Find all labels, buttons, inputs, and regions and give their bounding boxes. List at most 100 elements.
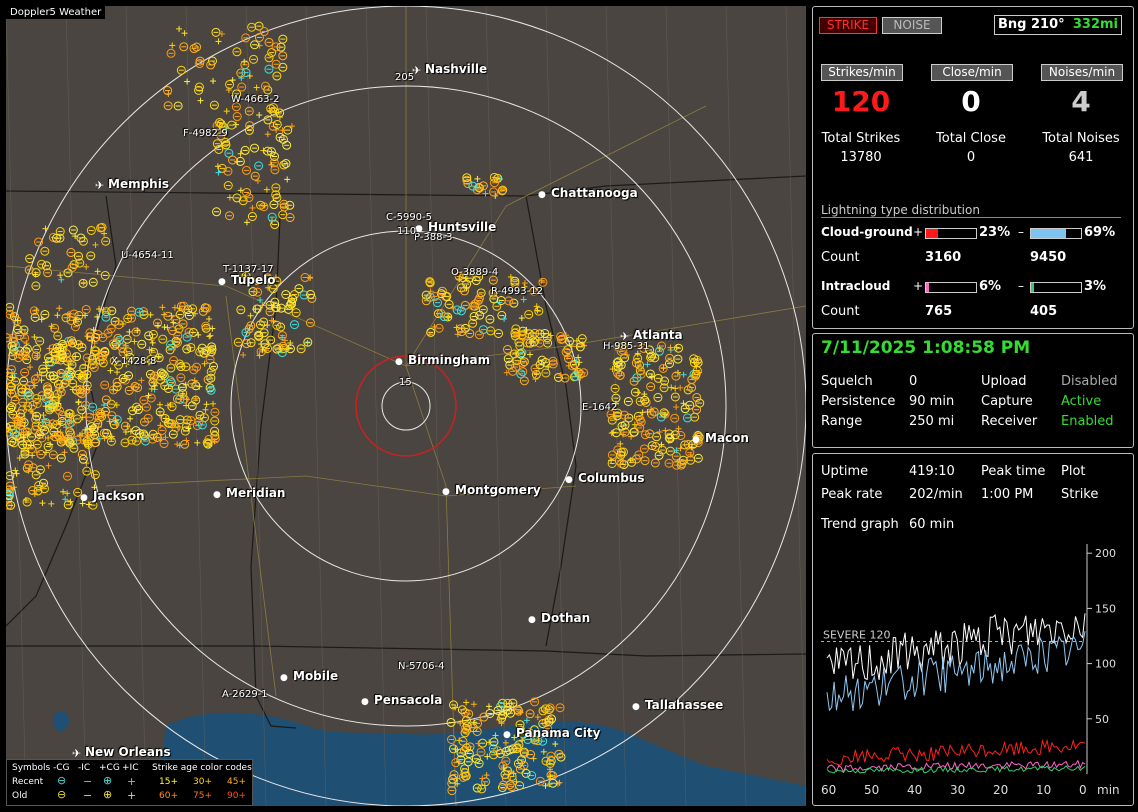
noise-button[interactable]: NOISE [882, 17, 942, 34]
strike-marker [670, 430, 680, 440]
strike-marker [95, 424, 102, 431]
city-label-pensacola[interactable]: Pensacola [374, 693, 442, 707]
county-line [545, 6, 567, 806]
strike-marker [296, 344, 306, 354]
city-label-mobile[interactable]: Mobile [293, 669, 338, 683]
rate-value-0: 120 [831, 85, 891, 118]
strike-marker [232, 193, 242, 203]
strike-marker [510, 276, 520, 286]
map-canvas[interactable] [6, 6, 806, 806]
county-line [305, 6, 327, 806]
strike-marker [237, 150, 244, 157]
peak-rate-label: Peak rate [821, 487, 883, 502]
strike-marker [30, 425, 40, 435]
strike-marker [516, 369, 526, 379]
strike-marker [48, 450, 58, 460]
strike-marker [40, 246, 50, 256]
storm-cell-label[interactable]: X-1428-8 [111, 356, 156, 367]
strike-marker [264, 131, 271, 138]
strike-marker [523, 717, 530, 724]
strike-marker [478, 325, 488, 335]
city-label-new-orleans[interactable]: New Orleans [85, 745, 171, 759]
strike-marker [662, 427, 669, 434]
strike-marker [175, 309, 185, 319]
strike-marker [192, 42, 202, 52]
strike-marker [161, 324, 168, 331]
storm-cell-label[interactable]: H-985-31 [603, 341, 650, 352]
strike-marker [266, 335, 276, 345]
lightning-map[interactable]: Doppler5 Weather ✈ Nashville ✈ Memphis ● Chat… [6, 6, 806, 806]
status-val2-1[interactable]: Active [1061, 394, 1101, 409]
strike-marker [78, 454, 88, 464]
storm-cell-label[interactable]: N-5706-4 [398, 661, 445, 672]
storm-cell-label[interactable]: F-4982-9 [183, 128, 228, 139]
storm-cell-label[interactable]: T-1137-17 [223, 264, 274, 275]
strike-marker [211, 27, 221, 37]
strike-marker [81, 304, 91, 314]
strike-marker [210, 407, 220, 417]
cg_minus-pct: 69% [1084, 225, 1116, 240]
legend-col-nic: -IC [78, 763, 91, 773]
status-val-0: 0 [909, 374, 918, 389]
strike-marker [485, 708, 495, 718]
strike-marker [685, 448, 695, 458]
strike-marker [197, 97, 204, 104]
storm-cell-label[interactable]: R-4993-12 [491, 286, 543, 297]
storm-cell-label[interactable]: E-1642 [582, 402, 617, 413]
storm-cell-label[interactable]: O-3889-4 [451, 267, 498, 278]
status-val-2: 250 mi [909, 414, 955, 429]
city-label-birmingham[interactable]: Birmingham [408, 353, 490, 367]
storm-cell-label[interactable]: P-388-3 [414, 232, 452, 243]
city-label-meridian[interactable]: Meridian [226, 486, 285, 500]
city-label-columbus[interactable]: Columbus [578, 471, 645, 485]
city-label-nashville[interactable]: Nashville [425, 62, 487, 76]
strike-button[interactable]: STRIKE [819, 17, 877, 34]
city-label-montgomery[interactable]: Montgomery [455, 483, 541, 497]
strike-marker [203, 375, 213, 385]
strike-marker [607, 450, 617, 460]
strike-marker [672, 385, 679, 392]
cg_plus-pct: 23% [979, 225, 1011, 240]
storm-cell-label[interactable]: C-5990-5 [386, 212, 432, 223]
strike-marker [225, 211, 235, 221]
status-panel: 7/11/2025 1:08:58 PM Squelch 0 Upload Disab… [812, 333, 1134, 448]
strike-marker [507, 274, 514, 281]
city-label-macon[interactable]: Macon [705, 431, 749, 445]
city-label-atlanta[interactable]: Atlanta [633, 328, 683, 342]
status-val2-0[interactable]: Disabled [1061, 374, 1117, 389]
legend-symbols-header: Symbols [12, 763, 51, 773]
strike-marker [65, 355, 75, 365]
strike-marker [264, 37, 274, 47]
plot-label: Plot [1061, 464, 1086, 479]
cg-label: Cloud-ground [821, 225, 913, 239]
strike-marker [653, 393, 663, 403]
city-label-panama-city[interactable]: Panama City [516, 726, 600, 740]
plot-value[interactable]: Strike [1061, 487, 1098, 502]
strike-marker [56, 453, 66, 463]
city-label-dothan[interactable]: Dothan [541, 611, 590, 625]
city-label-tupelo[interactable]: Tupelo [231, 273, 276, 287]
storm-cell-label[interactable]: W-4663-2 [231, 94, 280, 105]
status-val2-2[interactable]: Enabled [1061, 414, 1114, 429]
city-dot-icon: ● [218, 277, 226, 287]
city-label-jackson[interactable]: Jackson [93, 489, 145, 503]
strike-marker [187, 401, 197, 411]
strike-marker [114, 369, 121, 376]
storm-cell-label[interactable]: U-4654-11 [121, 250, 174, 261]
city-label-chattanooga[interactable]: Chattanooga [551, 186, 638, 200]
strike-marker [646, 382, 656, 392]
city-label-tallahassee[interactable]: Tallahassee [645, 698, 723, 712]
gulf-water [156, 712, 806, 806]
city-label-memphis[interactable]: Memphis [108, 177, 169, 191]
strike-marker [25, 254, 35, 264]
strike-marker [485, 703, 492, 710]
storm-cell-label[interactable]: A-2629-1 [222, 689, 268, 700]
strike-marker [157, 422, 164, 429]
strike-marker [88, 277, 98, 287]
ic_plus-bar [925, 282, 977, 293]
strike-marker [101, 312, 111, 322]
strike-marker [236, 305, 246, 315]
strike-marker [476, 288, 486, 298]
strike-marker [687, 383, 697, 393]
strike-marker [275, 132, 285, 142]
